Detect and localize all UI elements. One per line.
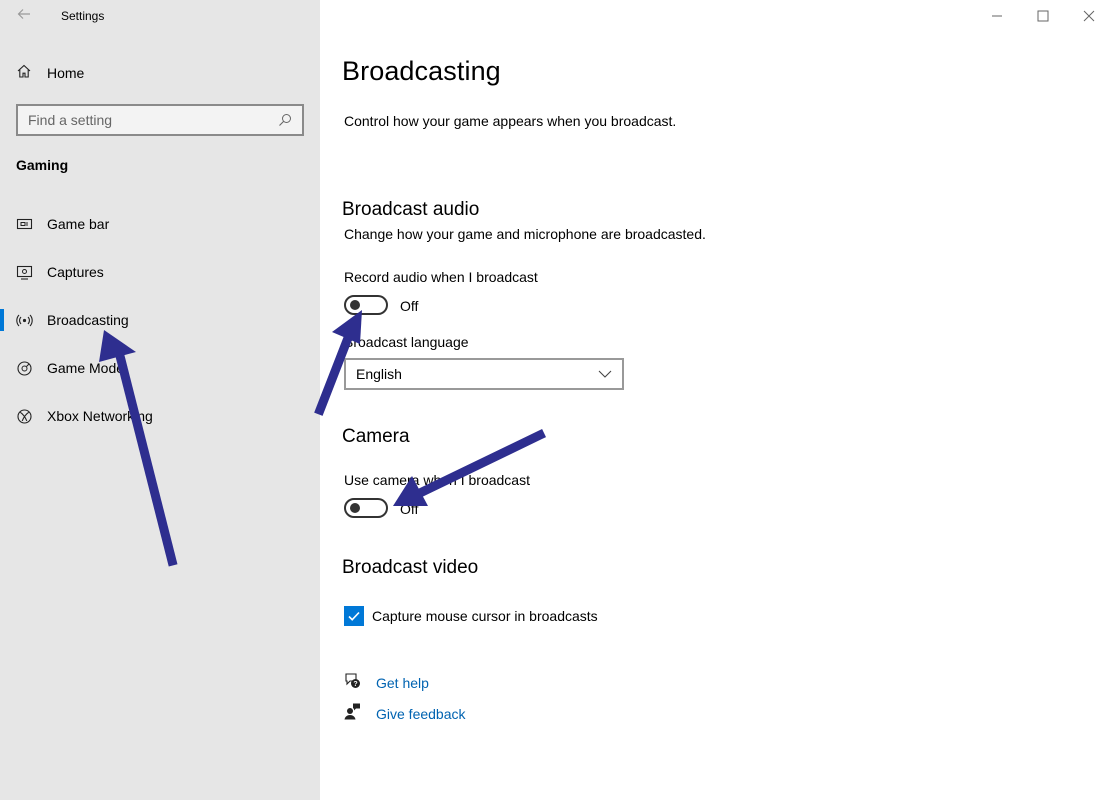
record-audio-toggle[interactable] [344, 295, 388, 315]
capture-cursor-label: Capture mouse cursor in broadcasts [372, 608, 598, 624]
search-icon[interactable] [278, 113, 292, 127]
record-audio-state: Off [400, 298, 419, 314]
sidebar-item-label: Home [47, 65, 85, 81]
page-description: Control how your game appears when you b… [344, 113, 677, 129]
broadcast-video-heading: Broadcast video [342, 557, 479, 578]
sidebar-item-label: Captures [47, 264, 104, 280]
game-mode-icon [16, 360, 33, 377]
xbox-icon [16, 408, 33, 425]
app-title: Settings [61, 9, 105, 23]
back-arrow-icon[interactable] [16, 6, 34, 24]
sidebar-item-home[interactable]: Home [16, 62, 84, 84]
svg-text:?: ? [353, 681, 357, 688]
selection-indicator [0, 309, 4, 331]
capture-cursor-checkbox[interactable] [344, 606, 364, 626]
sidebar-item-broadcasting[interactable]: Broadcasting [0, 296, 320, 344]
sidebar: Settings Home Gaming Game bar Captures [0, 0, 320, 800]
give-feedback-row[interactable]: Give feedback [344, 703, 466, 725]
sidebar-item-label: Game Mode [47, 360, 125, 376]
section-title: Gaming [16, 157, 69, 173]
toggle-knob [350, 503, 360, 513]
feedback-person-icon [344, 703, 361, 725]
sidebar-item-xbox-networking[interactable]: Xbox Networking [0, 392, 320, 440]
captures-icon [16, 264, 33, 281]
sidebar-item-label: Xbox Networking [47, 408, 153, 424]
broadcast-language-value: English [356, 366, 402, 382]
use-camera-toggle[interactable] [344, 498, 388, 518]
record-audio-label: Record audio when I broadcast [344, 269, 538, 285]
broadcast-audio-heading: Broadcast audio [342, 199, 480, 220]
game-bar-icon [16, 216, 33, 233]
sidebar-item-captures[interactable]: Captures [0, 248, 320, 296]
use-camera-label: Use camera when I broadcast [344, 472, 530, 488]
get-help-link[interactable]: Get help [376, 675, 429, 691]
main-content: Broadcasting Control how your game appea… [320, 0, 1112, 800]
page-title: Broadcasting [342, 56, 501, 86]
sidebar-nav: Game bar Captures Broadcasting Game Mode [0, 200, 320, 440]
get-help-row[interactable]: ? Get help [344, 672, 429, 694]
give-feedback-link[interactable]: Give feedback [376, 706, 466, 722]
search-box[interactable] [16, 104, 304, 136]
help-chat-icon: ? [344, 672, 361, 694]
search-input[interactable] [28, 112, 278, 128]
sidebar-item-label: Broadcasting [47, 312, 129, 328]
sidebar-item-label: Game bar [47, 216, 110, 232]
home-icon [16, 63, 32, 84]
sidebar-item-game-bar[interactable]: Game bar [0, 200, 320, 248]
checkmark-icon [348, 611, 360, 621]
camera-heading: Camera [342, 426, 410, 447]
chevron-down-icon [598, 365, 612, 383]
broadcast-audio-description: Change how your game and microphone are … [344, 226, 706, 242]
broadcasting-icon [16, 312, 33, 329]
sidebar-item-game-mode[interactable]: Game Mode [0, 344, 320, 392]
toggle-knob [350, 300, 360, 310]
broadcast-language-label: Broadcast language [344, 334, 469, 350]
broadcast-language-select[interactable]: English [344, 358, 624, 390]
use-camera-state: Off [400, 501, 419, 517]
